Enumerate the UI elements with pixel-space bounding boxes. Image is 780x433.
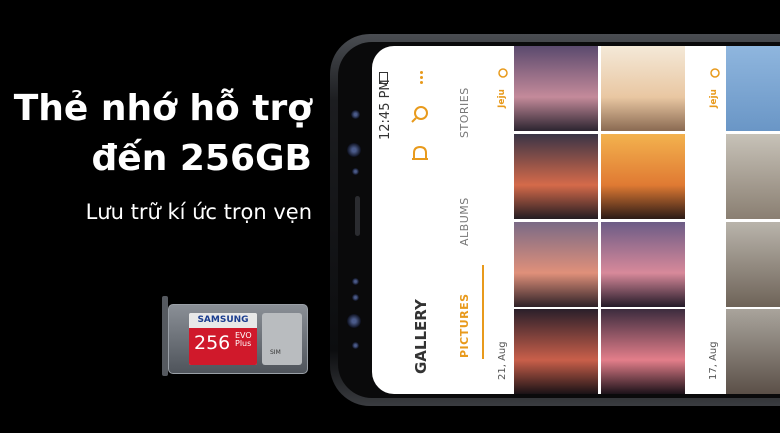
location-pin-icon bbox=[710, 68, 720, 78]
tab-pictures[interactable]: PICTURES bbox=[458, 293, 471, 358]
iris-camera-icon bbox=[347, 314, 361, 328]
photo-thumbnail[interactable] bbox=[726, 222, 780, 307]
microsd-card: SAMSUNG 256 EVO Plus bbox=[189, 313, 257, 365]
sim-slot-label: SIM bbox=[270, 349, 281, 356]
sensor-icon bbox=[352, 168, 359, 175]
photo-thumbnail[interactable] bbox=[601, 134, 685, 219]
headline-line-2: đến 256GB bbox=[91, 138, 312, 179]
location-label-1: Jeju bbox=[497, 89, 507, 108]
iris-scanner-icon bbox=[347, 143, 361, 157]
light-sensor-icon bbox=[352, 294, 359, 301]
date-label-2: 17, Aug bbox=[708, 341, 719, 380]
photo-thumbnail[interactable] bbox=[514, 46, 598, 131]
promo-banner: Thẻ nhớ hỗ trợ đến 256GB Lưu trữ kí ức t… bbox=[0, 0, 780, 433]
sd-series: EVO Plus bbox=[235, 332, 252, 348]
headline-line-1: Thẻ nhớ hỗ trợ bbox=[13, 88, 312, 129]
photo-thumbnail[interactable] bbox=[726, 134, 780, 219]
location-pin-icon bbox=[498, 68, 508, 78]
photo-thumbnail[interactable] bbox=[726, 309, 780, 394]
front-camera-icon bbox=[351, 110, 360, 119]
bell-icon[interactable] bbox=[410, 144, 430, 164]
more-vertical-icon[interactable] bbox=[420, 71, 424, 85]
sd-brand: SAMSUNG bbox=[189, 313, 257, 328]
photo-thumbnail[interactable] bbox=[726, 46, 780, 131]
photo-thumbnail[interactable] bbox=[514, 222, 598, 307]
headline: Thẻ nhớ hỗ trợ đến 256GB bbox=[0, 84, 312, 184]
location-label-2: Jeju bbox=[709, 89, 719, 108]
sd-capacity: 256 bbox=[194, 332, 231, 354]
battery-icon bbox=[379, 72, 388, 84]
app-title: GALLERY bbox=[412, 299, 430, 374]
photo-thumbnail[interactable] bbox=[514, 309, 598, 394]
sd-series-bottom: Plus bbox=[235, 339, 252, 348]
iris-led-icon bbox=[352, 342, 359, 349]
photo-thumbnail[interactable] bbox=[514, 134, 598, 219]
active-tab-indicator bbox=[482, 265, 484, 359]
tab-stories[interactable]: STORIES bbox=[458, 87, 471, 138]
status-time: 12:45 PM bbox=[378, 79, 393, 140]
photo-thumbnail[interactable] bbox=[601, 46, 685, 131]
photo-thumbnail[interactable] bbox=[601, 222, 685, 307]
tab-albums[interactable]: ALBUMS bbox=[458, 197, 471, 246]
date-label-1: 21, Aug bbox=[497, 341, 508, 380]
photo-thumbnail[interactable] bbox=[601, 309, 685, 394]
subheadline: Lưu trữ kí ức trọn vẹn bbox=[85, 200, 312, 224]
proximity-sensor-icon bbox=[352, 278, 359, 285]
search-icon[interactable] bbox=[410, 104, 430, 124]
sim-slot bbox=[262, 313, 302, 365]
earpiece-speaker bbox=[355, 196, 360, 236]
